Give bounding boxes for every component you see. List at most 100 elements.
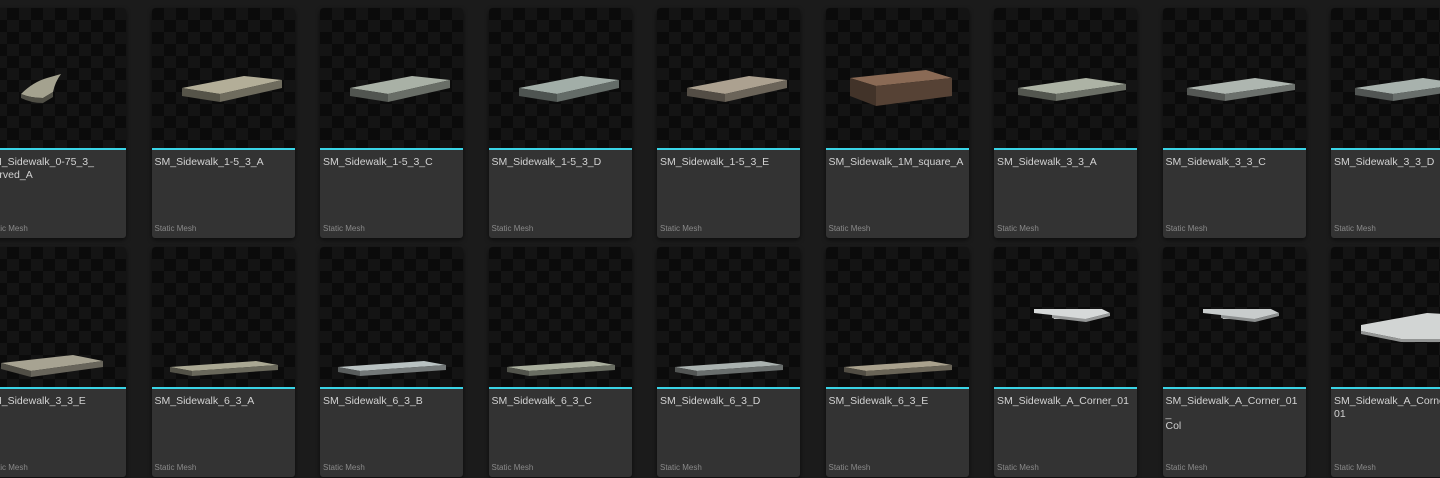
asset-thumbnail	[488, 8, 632, 148]
asset-name: SM_Sidewalk_1-5_3_D	[491, 156, 602, 168]
asset-type-color-bar	[994, 387, 1137, 389]
sidewalk-slab-icon	[1186, 78, 1295, 101]
asset-thumbnail	[151, 247, 295, 387]
asset-thumbnail	[320, 247, 463, 387]
asset-type-label: Static Mesh	[323, 224, 365, 233]
asset-tile[interactable]: SM_Sidewalk_3_3_E Static Mesh	[0, 247, 126, 477]
asset-type-color-bar	[320, 148, 463, 150]
asset-name: SM_Sidewalk_6_3_A	[154, 395, 255, 407]
asset-type-color-bar	[151, 387, 295, 389]
asset-type-color-bar	[825, 148, 969, 150]
asset-tile[interactable]: SM_Sidewalk_1-5_3_D Static Mesh	[488, 8, 632, 238]
asset-tile[interactable]: SM_Sidewalk_1-5_3_A Static Mesh	[151, 8, 295, 238]
asset-type-label: Static Mesh	[660, 463, 702, 472]
asset-thumbnail	[151, 8, 295, 148]
sidewalk-slab-icon	[1, 355, 103, 377]
asset-name: SM_Sidewalk_A_Corner_01	[997, 395, 1129, 407]
sidewalk-corner-icon	[1034, 309, 1110, 322]
asset-type-label: Static Mesh	[154, 224, 197, 233]
asset-name: SM_Sidewalk_3_3_C	[1165, 156, 1266, 168]
asset-type-color-bar	[1162, 387, 1306, 389]
asset-tile[interactable]: SM_Sidewalk_0-75_3_Curved_A Static Mesh	[0, 8, 126, 238]
asset-thumbnail	[1331, 8, 1440, 148]
asset-name: SM_Sidewalk_A_Corner_01	[1334, 395, 1440, 420]
asset-thumbnail	[0, 247, 126, 387]
asset-type-color-bar	[320, 387, 463, 389]
asset-thumbnail	[1162, 8, 1306, 148]
content-browser-asset-view: SM_Sidewalk_0-75_3_Curved_A Static Mesh S…	[0, 0, 1440, 478]
asset-type-color-bar	[1162, 148, 1306, 150]
asset-tile[interactable]: SM_Sidewalk_6_3_C Static Mesh	[488, 247, 632, 477]
asset-type-color-bar	[488, 387, 632, 389]
asset-tile[interactable]: SM_Sidewalk_1M_square_A Static Mesh	[825, 8, 969, 238]
asset-thumbnail	[825, 8, 969, 148]
asset-type-color-bar	[0, 148, 126, 150]
asset-tile[interactable]: SM_Sidewalk_6_3_A Static Mesh	[151, 247, 295, 477]
asset-tile[interactable]: SM_Sidewalk_A_Corner_01 Static Mesh	[994, 247, 1137, 477]
sidewalk-thick-square-icon	[849, 70, 952, 106]
asset-type-label: Static Mesh	[828, 224, 871, 233]
sidewalk-slab-icon	[687, 76, 787, 102]
asset-type-label: Static Mesh	[1334, 463, 1376, 472]
asset-tile[interactable]: SM_Sidewalk_3_3_C Static Mesh	[1162, 8, 1306, 238]
sidewalk-slab-icon	[518, 76, 619, 102]
asset-thumbnail	[657, 8, 800, 148]
asset-type-label: Static Mesh	[491, 463, 534, 472]
sidewalk-slab-icon	[181, 76, 282, 102]
asset-tile[interactable]: SM_Sidewalk_1-5_3_C Static Mesh	[320, 8, 463, 238]
asset-type-label: Static Mesh	[660, 224, 702, 233]
asset-tile[interactable]: SM_Sidewalk_6_3_E Static Mesh	[825, 247, 969, 477]
sidewalk-slab-icon	[1018, 78, 1126, 101]
asset-name: SM_Sidewalk_3_3_A	[997, 156, 1097, 168]
asset-type-label: Static Mesh	[997, 463, 1039, 472]
asset-type-label: Static Mesh	[323, 463, 365, 472]
asset-name: SM_Sidewalk_3_3_E	[0, 395, 86, 407]
asset-tile[interactable]: SM_Sidewalk_6_3_D Static Mesh	[657, 247, 800, 477]
asset-type-label: Static Mesh	[0, 224, 28, 233]
asset-name: SM_Sidewalk_6_3_E	[828, 395, 929, 407]
asset-type-color-bar	[1331, 387, 1440, 389]
asset-name: SM_Sidewalk_0-75_3_Curved_A	[0, 156, 94, 181]
asset-name: SM_Sidewalk_6_3_C	[491, 395, 592, 407]
sidewalk-corner-icon	[1202, 309, 1279, 322]
sidewalk-long-slab-icon	[675, 361, 783, 376]
asset-thumbnail	[657, 247, 800, 387]
asset-thumbnail	[994, 247, 1137, 387]
asset-name: SM_Sidewalk_6_3_D	[660, 395, 761, 407]
asset-name: SM_Sidewalk_A_Corner_01_ Col	[1165, 395, 1298, 432]
asset-type-color-bar	[994, 148, 1137, 150]
asset-thumbnail	[1331, 247, 1440, 387]
asset-name: SM_Sidewalk_3_3_D	[1334, 156, 1435, 168]
asset-tile[interactable]: SM_Sidewalk_A_Corner_01_ Col Static Mesh	[1162, 247, 1306, 477]
asset-thumbnail	[994, 8, 1137, 148]
asset-name: SM_Sidewalk_1-5_3_A	[154, 156, 264, 168]
asset-name: SM_Sidewalk_6_3_B	[323, 395, 423, 407]
sidewalk-long-slab-icon	[843, 361, 952, 376]
asset-thumbnail	[320, 8, 463, 148]
asset-name: SM_Sidewalk_1-5_3_C	[323, 156, 433, 168]
asset-tile-grid: SM_Sidewalk_0-75_3_Curved_A Static Mesh S…	[0, 8, 1440, 477]
asset-thumbnail	[825, 247, 969, 387]
asset-tile[interactable]: SM_Sidewalk_6_3_B Static Mesh	[320, 247, 463, 477]
asset-type-label: Static Mesh	[1165, 224, 1208, 233]
asset-type-color-bar	[825, 387, 969, 389]
sidewalk-curved-slab-icon	[21, 74, 61, 103]
asset-type-color-bar	[1331, 148, 1440, 150]
asset-type-label: Static Mesh	[828, 463, 871, 472]
asset-type-label: Static Mesh	[0, 463, 28, 472]
asset-name: SM_Sidewalk_1M_square_A	[828, 156, 964, 168]
asset-tile[interactable]: SM_Sidewalk_1-5_3_E Static Mesh	[657, 8, 800, 238]
asset-thumbnail	[488, 247, 632, 387]
asset-type-label: Static Mesh	[154, 463, 197, 472]
asset-tile[interactable]: SM_Sidewalk_3_3_A Static Mesh	[994, 8, 1137, 238]
asset-tile[interactable]: SM_Sidewalk_A_Corner_01 Static Mesh	[1331, 247, 1440, 477]
sidewalk-long-slab-icon	[169, 361, 278, 376]
asset-type-label: Static Mesh	[1165, 463, 1208, 472]
asset-type-color-bar	[488, 148, 632, 150]
sidewalk-slab-icon	[350, 76, 450, 102]
asset-type-label: Static Mesh	[491, 224, 534, 233]
asset-tile[interactable]: SM_Sidewalk_3_3_D Static Mesh	[1331, 8, 1440, 238]
asset-type-color-bar	[657, 148, 800, 150]
sidewalk-long-slab-icon	[506, 361, 615, 376]
asset-type-label: Static Mesh	[1334, 224, 1376, 233]
